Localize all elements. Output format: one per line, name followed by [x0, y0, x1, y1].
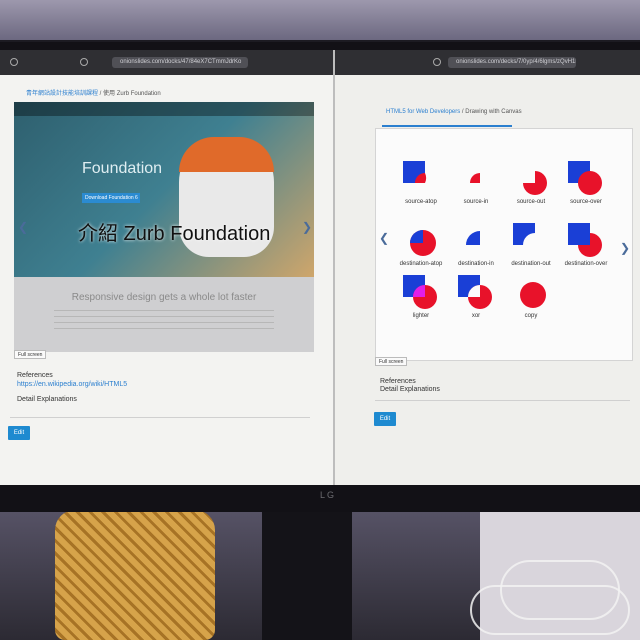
reader-icon[interactable]	[80, 58, 88, 66]
divider	[10, 417, 310, 418]
monitor-stand	[262, 500, 352, 640]
composite-label: source-atop	[405, 199, 437, 205]
composite-label: destination-over	[564, 261, 608, 267]
references-heading-left: References	[17, 372, 53, 379]
address-bar-left[interactable]: onionslides.com/docks/47/84eX7CTmmJdrKo	[112, 57, 248, 68]
composite-source-over: source-over	[556, 157, 616, 212]
slide-subtitle: Responsive design gets a whole lot faste…	[71, 292, 257, 303]
composite-label: destination-in	[458, 261, 494, 267]
breadcrumb-right: HTML5 for Web Developers / Drawing with …	[386, 109, 522, 115]
hero-nav-bar	[14, 102, 314, 116]
fullscreen-button-left[interactable]: Full screen	[14, 350, 47, 359]
hero-title: Foundation	[82, 160, 163, 177]
composite-copy: copy	[501, 271, 561, 326]
composite-destination-in: destination-in	[446, 219, 506, 274]
fullscreen-button-right[interactable]: Full screen	[375, 357, 408, 366]
composite-source-out: source-out	[501, 157, 561, 212]
back-icon[interactable]	[10, 58, 18, 66]
composite-destination-out: destination-out	[501, 219, 561, 274]
detail-heading-left: Detail Explanations	[17, 396, 77, 403]
cable	[470, 585, 630, 635]
edit-button-left[interactable]: Edit	[8, 426, 30, 440]
composite-label: xor	[471, 313, 481, 319]
download-button: Download Foundation 6	[82, 193, 140, 203]
reader-icon[interactable]	[433, 58, 441, 66]
composite-label: destination-atop	[399, 261, 443, 267]
detail-heading-right: Detail Explanations	[380, 386, 440, 393]
chevron-left-icon[interactable]: ❮	[18, 220, 28, 234]
chevron-right-icon[interactable]: ❯	[302, 220, 312, 234]
woven-vase	[55, 510, 215, 640]
slide-viewer-left[interactable]: Foundation Download Foundation 6 介紹 Zurb…	[14, 102, 314, 352]
monitor-brand-logo: LG	[320, 490, 337, 500]
slide-body-text	[54, 310, 274, 334]
composite-label: source-in	[463, 199, 489, 205]
chevron-left-icon[interactable]: ❮	[379, 231, 389, 245]
edit-button-right[interactable]: Edit	[374, 412, 396, 426]
references-heading-right: References	[380, 378, 416, 385]
slide-title: 介紹 Zurb Foundation	[78, 223, 271, 245]
reference-link[interactable]: https://en.wikipedia.org/wiki/HTML5	[17, 381, 127, 388]
browser-toolbar: onionslides.com/docks/47/84eX7CTmmJdrKo …	[0, 50, 640, 75]
breadcrumb-course-link[interactable]: HTML5 for Web Developers	[386, 109, 460, 115]
composite-label: copy	[524, 313, 538, 319]
composite-label: lighter	[412, 313, 430, 319]
composite-lighter: lighter	[391, 271, 451, 326]
address-bar-right[interactable]: onionslides.com/decks/7/0yp/4/6lgms/zQvH…	[448, 57, 576, 68]
composite-label: destination-out	[511, 261, 551, 267]
breadcrumb-course-link[interactable]: 青年網站設計技能培訓課程	[26, 91, 98, 97]
room-wall-top	[0, 0, 640, 40]
composite-destination-atop: destination-atop	[391, 219, 451, 274]
composite-source-in: source-in	[446, 157, 506, 212]
progress-underline	[382, 125, 512, 127]
composite-source-atop: source-atop	[391, 157, 451, 212]
composite-label: source-over	[570, 199, 602, 205]
breadcrumb-left: 青年網站設計技能培訓課程 / 使用 Zurb Foundation	[26, 88, 161, 97]
divider	[375, 400, 630, 401]
breadcrumb-current: 使用 Zurb Foundation	[103, 91, 161, 97]
chevron-right-icon[interactable]: ❯	[620, 241, 630, 255]
breadcrumb-current: Drawing with Canvas	[465, 109, 522, 115]
composite-destination-over: destination-over	[556, 219, 616, 274]
composite-xor: xor	[446, 271, 506, 326]
composite-label: source-out	[516, 199, 546, 205]
slide-viewer-right[interactable]: ❮ ❯ source-atop source-in source-out sou…	[375, 128, 633, 361]
